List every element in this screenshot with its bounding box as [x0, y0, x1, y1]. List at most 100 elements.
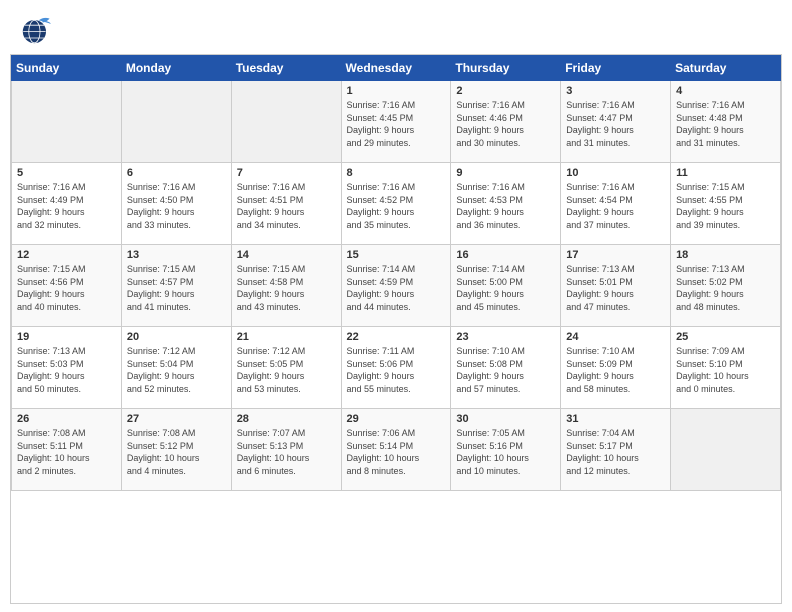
day-cell: 22 Sunrise: 7:11 AM Sunset: 5:06 PM Dayli…	[341, 327, 451, 409]
day-cell: 24 Sunrise: 7:10 AM Sunset: 5:09 PM Dayli…	[561, 327, 671, 409]
day-info: Sunrise: 7:13 AM Sunset: 5:01 PM Dayligh…	[566, 263, 665, 313]
day-number: 21	[237, 331, 336, 343]
day-cell: 8 Sunrise: 7:16 AM Sunset: 4:52 PM Daylig…	[341, 163, 451, 245]
calendar-body: 1 Sunrise: 7:16 AM Sunset: 4:45 PM Daylig…	[12, 81, 781, 491]
day-number: 28	[237, 413, 336, 425]
week-row-4: 19Sunrise: 7:13 AM Sunset: 5:03 PM Dayli…	[12, 327, 781, 409]
day-info: Sunrise: 7:10 AM Sunset: 5:08 PM Dayligh…	[456, 345, 555, 395]
day-cell: 31 Sunrise: 7:04 AM Sunset: 5:17 PM Dayli…	[561, 409, 671, 491]
day-info: Sunrise: 7:16 AM Sunset: 4:50 PM Dayligh…	[127, 181, 226, 231]
day-info: Sunrise: 7:13 AM Sunset: 5:03 PM Dayligh…	[17, 345, 116, 395]
day-info: Sunrise: 7:11 AM Sunset: 5:06 PM Dayligh…	[347, 345, 446, 395]
day-number: 10	[566, 167, 665, 179]
col-tuesday: Tuesday	[231, 56, 341, 81]
day-cell: 11Sunrise: 7:15 AM Sunset: 4:55 PM Dayli…	[671, 163, 781, 245]
day-cell: 16 Sunrise: 7:14 AM Sunset: 5:00 PM Dayli…	[451, 245, 561, 327]
day-cell: 6Sunrise: 7:16 AM Sunset: 4:50 PM Daylig…	[121, 163, 231, 245]
day-info: Sunrise: 7:07 AM Sunset: 5:13 PM Dayligh…	[237, 427, 336, 477]
day-number: 5	[17, 167, 116, 179]
day-info: Sunrise: 7:15 AM Sunset: 4:57 PM Dayligh…	[127, 263, 226, 313]
day-info: Sunrise: 7:16 AM Sunset: 4:54 PM Dayligh…	[566, 181, 665, 231]
day-info: Sunrise: 7:04 AM Sunset: 5:17 PM Dayligh…	[566, 427, 665, 477]
day-number: 2	[456, 85, 555, 97]
day-cell: 12Sunrise: 7:15 AM Sunset: 4:56 PM Dayli…	[12, 245, 122, 327]
day-number: 24	[566, 331, 665, 343]
day-cell: 13Sunrise: 7:15 AM Sunset: 4:57 PM Dayli…	[121, 245, 231, 327]
day-info: Sunrise: 7:16 AM Sunset: 4:48 PM Dayligh…	[676, 99, 775, 149]
day-number: 7	[237, 167, 336, 179]
day-info: Sunrise: 7:16 AM Sunset: 4:45 PM Dayligh…	[347, 99, 446, 149]
col-sunday: Sunday	[12, 56, 122, 81]
day-cell: 10 Sunrise: 7:16 AM Sunset: 4:54 PM Dayli…	[561, 163, 671, 245]
day-number: 15	[347, 249, 446, 261]
header	[0, 0, 792, 54]
day-number: 18	[676, 249, 775, 261]
day-info: Sunrise: 7:09 AM Sunset: 5:10 PM Dayligh…	[676, 345, 775, 395]
day-cell: 20 Sunrise: 7:12 AM Sunset: 5:04 PM Dayli…	[121, 327, 231, 409]
day-info: Sunrise: 7:15 AM Sunset: 4:58 PM Dayligh…	[237, 263, 336, 313]
day-cell: 9Sunrise: 7:16 AM Sunset: 4:53 PM Daylig…	[451, 163, 561, 245]
calendar-table: Sunday Monday Tuesday Wednesday Thursday…	[11, 55, 781, 491]
week-row-2: 5 Sunrise: 7:16 AM Sunset: 4:49 PM Daylig…	[12, 163, 781, 245]
header-row: Sunday Monday Tuesday Wednesday Thursday…	[12, 56, 781, 81]
calendar: Sunday Monday Tuesday Wednesday Thursday…	[10, 54, 782, 604]
day-number: 4	[676, 85, 775, 97]
col-thursday: Thursday	[451, 56, 561, 81]
day-info: Sunrise: 7:12 AM Sunset: 5:04 PM Dayligh…	[127, 345, 226, 395]
day-number: 26	[17, 413, 116, 425]
day-info: Sunrise: 7:16 AM Sunset: 4:46 PM Dayligh…	[456, 99, 555, 149]
day-number: 1	[347, 85, 446, 97]
day-cell	[121, 81, 231, 163]
day-cell: 18 Sunrise: 7:13 AM Sunset: 5:02 PM Dayli…	[671, 245, 781, 327]
day-cell: 17Sunrise: 7:13 AM Sunset: 5:01 PM Dayli…	[561, 245, 671, 327]
day-info: Sunrise: 7:16 AM Sunset: 4:51 PM Dayligh…	[237, 181, 336, 231]
day-info: Sunrise: 7:16 AM Sunset: 4:52 PM Dayligh…	[347, 181, 446, 231]
day-info: Sunrise: 7:15 AM Sunset: 4:56 PM Dayligh…	[17, 263, 116, 313]
day-number: 14	[237, 249, 336, 261]
day-number: 22	[347, 331, 446, 343]
day-info: Sunrise: 7:05 AM Sunset: 5:16 PM Dayligh…	[456, 427, 555, 477]
day-cell: 23 Sunrise: 7:10 AM Sunset: 5:08 PM Dayli…	[451, 327, 561, 409]
day-number: 27	[127, 413, 226, 425]
day-number: 31	[566, 413, 665, 425]
col-saturday: Saturday	[671, 56, 781, 81]
day-info: Sunrise: 7:14 AM Sunset: 4:59 PM Dayligh…	[347, 263, 446, 313]
day-number: 8	[347, 167, 446, 179]
day-cell: 28 Sunrise: 7:07 AM Sunset: 5:13 PM Dayli…	[231, 409, 341, 491]
day-cell: 25Sunrise: 7:09 AM Sunset: 5:10 PM Dayli…	[671, 327, 781, 409]
day-info: Sunrise: 7:16 AM Sunset: 4:47 PM Dayligh…	[566, 99, 665, 149]
col-monday: Monday	[121, 56, 231, 81]
day-cell: 19Sunrise: 7:13 AM Sunset: 5:03 PM Dayli…	[12, 327, 122, 409]
day-cell	[12, 81, 122, 163]
logo	[20, 14, 58, 46]
day-cell: 7 Sunrise: 7:16 AM Sunset: 4:51 PM Daylig…	[231, 163, 341, 245]
day-number: 16	[456, 249, 555, 261]
day-info: Sunrise: 7:10 AM Sunset: 5:09 PM Dayligh…	[566, 345, 665, 395]
week-row-3: 12Sunrise: 7:15 AM Sunset: 4:56 PM Dayli…	[12, 245, 781, 327]
day-number: 23	[456, 331, 555, 343]
day-cell: 14 Sunrise: 7:15 AM Sunset: 4:58 PM Dayli…	[231, 245, 341, 327]
day-number: 3	[566, 85, 665, 97]
day-cell: 26Sunrise: 7:08 AM Sunset: 5:11 PM Dayli…	[12, 409, 122, 491]
col-friday: Friday	[561, 56, 671, 81]
day-cell: 27 Sunrise: 7:08 AM Sunset: 5:12 PM Dayli…	[121, 409, 231, 491]
day-cell	[231, 81, 341, 163]
day-info: Sunrise: 7:14 AM Sunset: 5:00 PM Dayligh…	[456, 263, 555, 313]
day-cell: 21Sunrise: 7:12 AM Sunset: 5:05 PM Dayli…	[231, 327, 341, 409]
day-info: Sunrise: 7:16 AM Sunset: 4:49 PM Dayligh…	[17, 181, 116, 231]
day-number: 30	[456, 413, 555, 425]
page: Sunday Monday Tuesday Wednesday Thursday…	[0, 0, 792, 612]
day-number: 20	[127, 331, 226, 343]
logo-icon	[20, 14, 52, 46]
day-cell: 3 Sunrise: 7:16 AM Sunset: 4:47 PM Daylig…	[561, 81, 671, 163]
day-number: 11	[676, 167, 775, 179]
col-wednesday: Wednesday	[341, 56, 451, 81]
day-cell: 2 Sunrise: 7:16 AM Sunset: 4:46 PM Daylig…	[451, 81, 561, 163]
week-row-1: 1 Sunrise: 7:16 AM Sunset: 4:45 PM Daylig…	[12, 81, 781, 163]
day-cell: 5 Sunrise: 7:16 AM Sunset: 4:49 PM Daylig…	[12, 163, 122, 245]
day-info: Sunrise: 7:08 AM Sunset: 5:12 PM Dayligh…	[127, 427, 226, 477]
day-info: Sunrise: 7:13 AM Sunset: 5:02 PM Dayligh…	[676, 263, 775, 313]
day-info: Sunrise: 7:16 AM Sunset: 4:53 PM Dayligh…	[456, 181, 555, 231]
day-cell: 4 Sunrise: 7:16 AM Sunset: 4:48 PM Daylig…	[671, 81, 781, 163]
day-number: 29	[347, 413, 446, 425]
